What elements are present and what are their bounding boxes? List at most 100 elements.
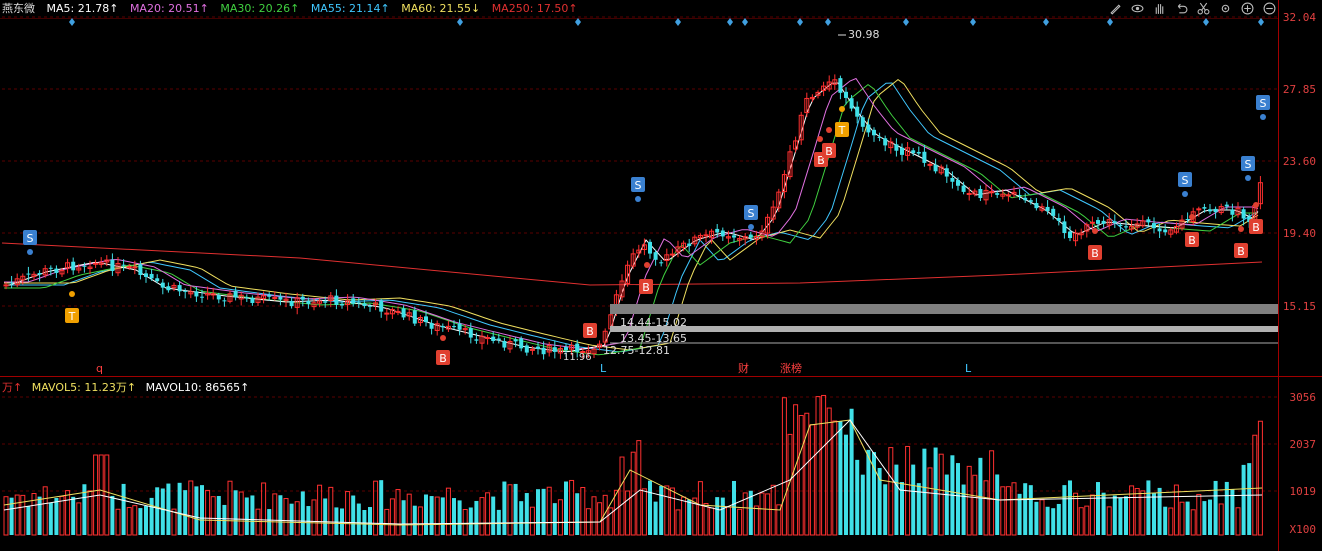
candle-body (519, 338, 524, 349)
volume-bar (20, 494, 26, 536)
volume-bar (48, 502, 53, 535)
volume-bar (630, 451, 636, 536)
volume-bar (725, 506, 731, 536)
volume-bar (26, 506, 31, 535)
volume-bar (1124, 496, 1128, 535)
candle-body (1224, 204, 1229, 207)
sell-signal-badge-text: S (1245, 158, 1252, 171)
volume-bar (87, 490, 93, 536)
zoom-in-icon[interactable] (1238, 0, 1256, 17)
candle-body (872, 129, 876, 136)
volume-bar (519, 501, 524, 535)
candle-body (126, 266, 132, 269)
buy-signal-badge-text: B (439, 352, 447, 365)
candle-body (1089, 221, 1095, 224)
candle-body (1101, 220, 1106, 224)
candle-body (648, 241, 652, 254)
candle-body (160, 282, 165, 288)
volume-bar (238, 491, 244, 536)
sell-signal-badge-text: S (1260, 97, 1267, 110)
volume-bar (911, 464, 916, 535)
candle-body (37, 273, 42, 275)
volume-bar (294, 501, 300, 536)
volume-bar (826, 407, 832, 536)
vol-unit-label: 万↑ (2, 381, 23, 394)
buy-signal-dot (644, 262, 650, 268)
candle-body (541, 347, 546, 355)
volume-bar (529, 506, 535, 536)
volume-bar (14, 494, 20, 536)
buy-signal-badge-text: B (642, 281, 650, 294)
volume-bar (1000, 486, 1006, 536)
volume-bar (1068, 480, 1072, 535)
volume-bar (732, 480, 736, 535)
scissors-icon[interactable] (1194, 0, 1212, 17)
candle-body (894, 144, 899, 151)
candle-body (1185, 219, 1190, 221)
volume-bar (675, 509, 681, 536)
volume-bar (1051, 508, 1056, 535)
volume-bar (1235, 507, 1241, 536)
candle-body (250, 297, 255, 303)
buy-signal-badge-text: B (586, 325, 594, 338)
volume-bar (1213, 480, 1218, 535)
chart-canvas[interactable]: 30.9811.9614.44-15.0213.45-13.6512.75-12… (0, 0, 1322, 551)
volume-bar (115, 508, 121, 536)
eye-icon[interactable] (1128, 0, 1146, 17)
volume-bar (989, 450, 995, 536)
volume-bar (580, 486, 586, 536)
candle-body (1005, 194, 1011, 197)
volume-bar (1134, 488, 1140, 536)
candle-body (1068, 231, 1072, 239)
volume-bar (883, 484, 888, 535)
candle-body (950, 177, 955, 182)
candle-body (575, 343, 580, 352)
candle-body (222, 300, 227, 302)
candle-body (1202, 207, 1207, 209)
hand-icon[interactable] (1150, 0, 1168, 17)
volume-bar (317, 484, 323, 536)
kline-chart-window: 30.98 11.96 14.44-15.02 13.45-13.65 12.75-12… (0, 0, 1322, 551)
event-diamond-icon (1203, 18, 1209, 26)
candle-body (703, 234, 709, 237)
volume-bar (844, 434, 848, 535)
volume-bar (144, 505, 148, 535)
volume-bar (541, 488, 546, 535)
volume-bar (597, 502, 603, 536)
buy-signal-badge-text: B (1188, 234, 1196, 247)
candle-body (1062, 221, 1067, 234)
candle-body (368, 305, 372, 307)
zoom-out-icon[interactable] (1260, 0, 1278, 17)
candle-body (687, 243, 692, 247)
volume-bar (1101, 492, 1106, 535)
cai-marker: 财 (738, 361, 749, 375)
pen-icon[interactable] (1106, 0, 1124, 17)
candle-body (401, 308, 406, 318)
volume-bar (126, 507, 132, 536)
volume-bar (1096, 482, 1100, 535)
candle-body (440, 326, 445, 328)
undo-icon[interactable] (1172, 0, 1190, 17)
mavol10-label: MAVOL10: 86565↑ (145, 381, 250, 394)
gear-icon[interactable] (1216, 0, 1234, 17)
candle-body (468, 328, 473, 338)
volume-bar (1196, 493, 1202, 536)
candle-body (412, 310, 417, 324)
volume-bar (222, 504, 227, 535)
volume-bar (406, 493, 412, 536)
candle-body (1163, 229, 1168, 233)
price-axis-label: 15.15 (1282, 300, 1316, 313)
volume-bar (351, 495, 356, 535)
volume-bar (155, 487, 160, 535)
volume-bar (485, 492, 491, 536)
candle-body (849, 98, 854, 109)
volume-bar (373, 480, 379, 536)
top-border (0, 18, 1278, 19)
volume-bar (311, 499, 317, 536)
candle-body (536, 346, 540, 349)
sell-signal-dot (27, 249, 33, 255)
volume-bar (557, 499, 563, 536)
candle-body (502, 340, 507, 348)
candle-body (474, 339, 479, 341)
candle-body (956, 180, 960, 186)
